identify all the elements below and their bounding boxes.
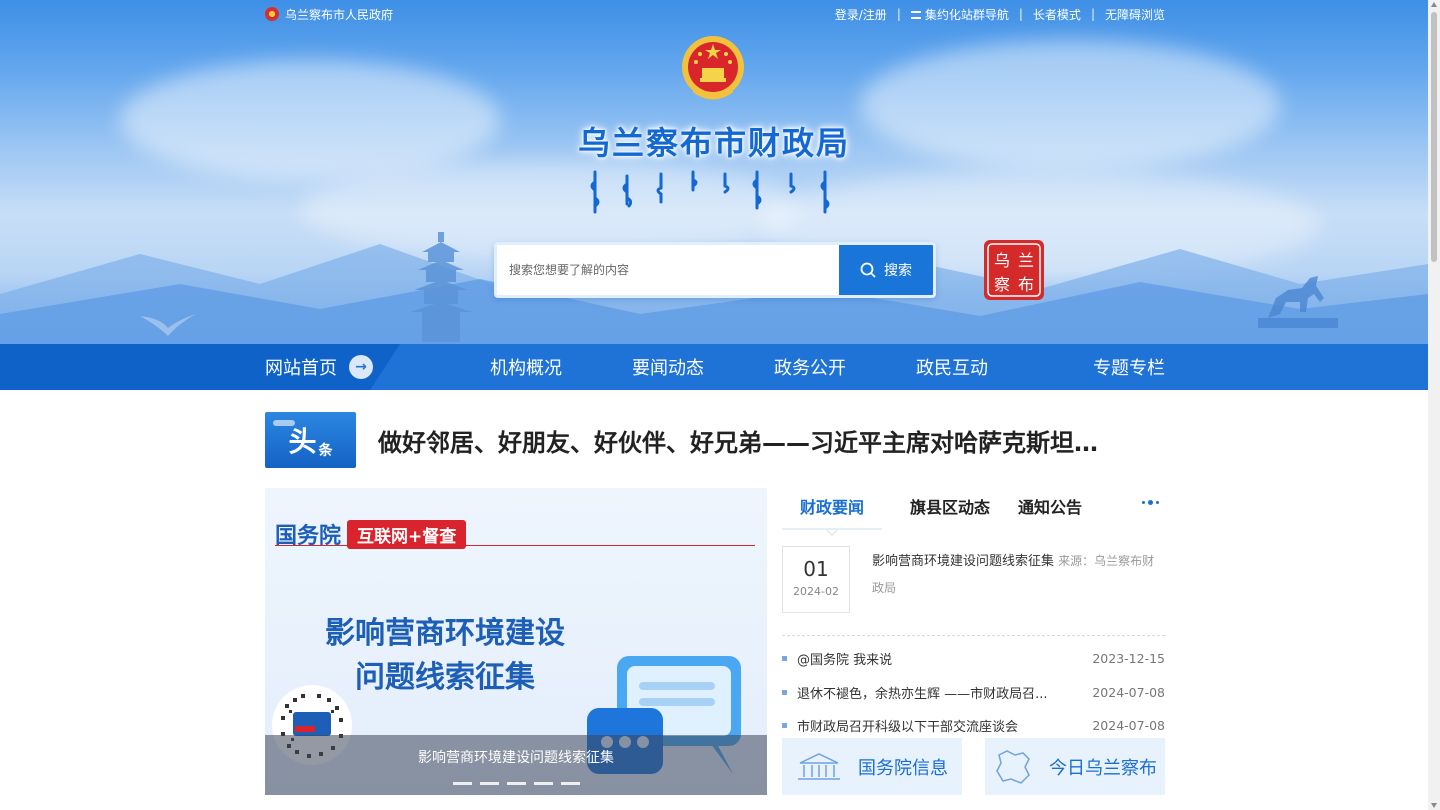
nav-item-gov-affairs[interactable]: 政务公开 — [739, 354, 881, 380]
tab-county-news[interactable]: 旗县区动态 — [910, 494, 990, 518]
header-banner: 乌兰察布市人民政府 登录/注册 | 集约化站群导航 | 长者模式 | 无障碍浏览… — [0, 0, 1428, 390]
arrow-right-icon: → — [349, 355, 373, 379]
scroll-up-icon[interactable] — [1431, 2, 1437, 7]
map-icon — [996, 749, 1030, 784]
news-panel: 财政要闻 旗县区动态 通知公告 01 2024-02 影响营商环境建设问题线索征… — [782, 488, 1165, 795]
crane-bird-illustration — [140, 314, 196, 336]
headline-link[interactable]: 做好邻居、好朋友、好伙伴、好兄弟——习近平主席对哈萨克斯坦… — [378, 423, 1158, 458]
mongolian-script-logo — [590, 170, 830, 214]
svg-text:兰: 兰 — [1018, 251, 1034, 270]
slide-heading-line1: 影响营商环境建设 — [325, 616, 565, 651]
main-nav: 网站首页 → 机构概况 要闻动态 政务公开 政民互动 专题专栏 — [0, 344, 1428, 390]
slider-dot[interactable] — [560, 782, 580, 785]
slider-dot[interactable] — [479, 782, 499, 785]
headline-badge: 头 条 — [265, 412, 356, 468]
nav-item-special[interactable]: 专题专栏 — [1023, 354, 1165, 380]
slider-dot[interactable] — [533, 782, 553, 785]
search-button[interactable]: 搜索 — [839, 245, 933, 295]
search-input[interactable] — [497, 245, 839, 295]
svg-text:乌: 乌 — [994, 251, 1010, 270]
quick-link-state-council[interactable]: 国务院信息 — [782, 738, 962, 795]
city-seal-logo: 乌 兰 察 布 — [984, 240, 1044, 300]
featured-news-item[interactable]: 01 2024-02 影响营商环境建设问题线索征集 来源：乌兰察布财政局 — [782, 546, 1165, 636]
list-icon — [910, 10, 921, 19]
elder-mode-link[interactable]: 长者模式 — [1033, 6, 1081, 23]
national-emblem-icon — [682, 36, 744, 100]
svg-text:察: 察 — [994, 275, 1010, 294]
login-register-link[interactable]: 登录/注册 — [835, 6, 887, 23]
scrollbar-thumb[interactable] — [1431, 12, 1437, 262]
quick-links: 国务院信息 今日乌兰察布 — [782, 738, 1165, 795]
featured-title[interactable]: 影响营商环境建设问题线索征集 — [872, 554, 1054, 569]
nav-item-interaction[interactable]: 政民互动 — [881, 354, 1023, 380]
headline-bar: 头 条 做好邻居、好朋友、好伙伴、好兄弟——习近平主席对哈萨克斯坦… — [265, 412, 1165, 468]
tab-announcements[interactable]: 通知公告 — [1018, 494, 1082, 518]
news-list: @国务院 我来说 2023-12-15 退休不褪色，余热亦生辉 ——市财政局召.… — [782, 642, 1165, 743]
top-utility-bar: 乌兰察布市人民政府 登录/注册 | 集约化站群导航 | 长者模式 | 无障碍浏览 — [265, 0, 1165, 28]
national-emblem-small-icon — [265, 7, 279, 21]
scroll-down-icon[interactable] — [1431, 803, 1437, 808]
news-tabs: 财政要闻 旗县区动态 通知公告 — [782, 488, 1165, 530]
image-slider[interactable]: 国务院 互联网+督查 影响营商环境建设 问题线索征集 影响营商环境建设问题线索征… — [265, 488, 767, 795]
svg-text:布: 布 — [1018, 275, 1034, 294]
more-icon[interactable] — [1142, 500, 1159, 505]
search-icon — [860, 262, 876, 278]
date-box: 01 2024-02 — [782, 546, 850, 613]
slider-pagination — [265, 782, 767, 785]
list-item[interactable]: @国务院 我来说 2023-12-15 — [782, 642, 1165, 676]
horse-statue-illustration — [1258, 276, 1338, 328]
accessibility-link[interactable]: 无障碍浏览 — [1105, 6, 1165, 23]
nav-item-news[interactable]: 要闻动态 — [597, 354, 739, 380]
building-icon — [798, 752, 840, 780]
list-item[interactable]: 退休不褪色，余热亦生辉 ——市财政局召... 2024-07-08 — [782, 676, 1165, 710]
pagoda-illustration — [410, 232, 472, 342]
tab-finance-news[interactable]: 财政要闻 — [782, 494, 883, 530]
search-box: 搜索 — [494, 242, 936, 298]
gov-site-link[interactable]: 乌兰察布市人民政府 — [285, 6, 393, 23]
site-title: 乌兰察布市财政局 — [577, 124, 850, 162]
nav-home[interactable]: 网站首页 → — [265, 354, 455, 380]
page-scrollbar[interactable] — [1428, 0, 1440, 810]
site-group-nav-link[interactable]: 集约化站群导航 — [910, 6, 1009, 23]
slide-caption: 影响营商环境建设问题线索征集 — [265, 735, 767, 795]
slider-dot[interactable] — [506, 782, 526, 785]
slider-dot[interactable] — [452, 782, 472, 785]
nav-item-about[interactable]: 机构概况 — [455, 354, 597, 380]
quick-link-today-ulanqab[interactable]: 今日乌兰察布 — [985, 738, 1165, 795]
